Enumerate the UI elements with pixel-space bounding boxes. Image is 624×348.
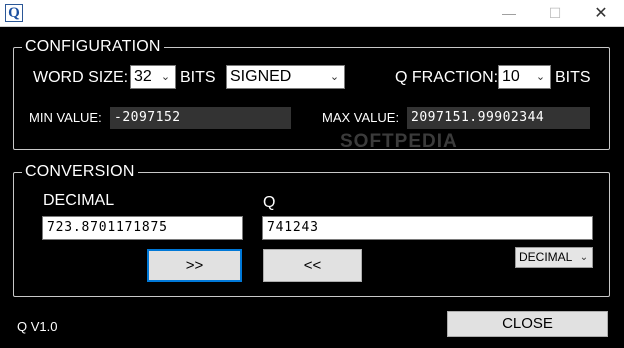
softpedia-watermark: SOFTPEDIA (340, 131, 458, 152)
version-label: Q V1.0 (17, 319, 58, 334)
signedness-value: SIGNED (230, 68, 292, 85)
q-fraction-value: 10 (502, 68, 520, 85)
configuration-group: CONFIGURATION (13, 38, 610, 150)
main-content: CONFIGURATION WORD SIZE: 32 ⌄ BITS SIGNE… (0, 27, 624, 348)
decimal-label: DECIMAL (43, 192, 115, 209)
title-bar: Q — ☐ ✕ (0, 0, 624, 27)
signedness-select[interactable]: SIGNED ⌄ (226, 65, 345, 89)
convert-to-q-button[interactable]: >> (147, 249, 242, 282)
convert-to-decimal-button[interactable]: << (263, 249, 362, 282)
conversion-title: CONVERSION (22, 163, 138, 181)
format-select[interactable]: DECIMAL ⌄ (515, 247, 593, 268)
window-close-button[interactable]: ✕ (578, 0, 624, 27)
q-bits-label: BITS (555, 69, 591, 86)
minimize-button[interactable]: — (486, 0, 532, 27)
q-fraction-select[interactable]: 10 ⌄ (498, 65, 551, 89)
format-value: DECIMAL (519, 250, 573, 264)
word-size-label: WORD SIZE: (33, 69, 129, 86)
maximize-button[interactable]: ☐ (532, 0, 578, 27)
word-size-select[interactable]: 32 ⌄ (130, 65, 176, 89)
q-input[interactable]: 741243 (262, 216, 593, 240)
min-value-label: MIN VALUE: (29, 110, 102, 125)
max-value-label: MAX VALUE: (322, 110, 400, 125)
chevron-down-icon: ⌄ (579, 252, 589, 263)
q-label: Q (263, 194, 276, 211)
chevron-down-icon: ⌄ (160, 71, 171, 83)
app-q-icon: Q (5, 4, 23, 22)
bits-label: BITS (180, 69, 216, 86)
min-value-field: -2097152 (110, 107, 291, 129)
close-button[interactable]: CLOSE (447, 311, 608, 337)
max-value-field: 2097151.99902344 (407, 107, 590, 129)
decimal-input[interactable]: 723.8701171875 (42, 216, 243, 240)
chevron-down-icon: ⌄ (535, 71, 546, 83)
configuration-title: CONFIGURATION (22, 38, 164, 56)
q-fraction-label: Q FRACTION: (395, 69, 499, 86)
word-size-value: 32 (134, 68, 152, 85)
chevron-down-icon: ⌄ (329, 71, 340, 83)
